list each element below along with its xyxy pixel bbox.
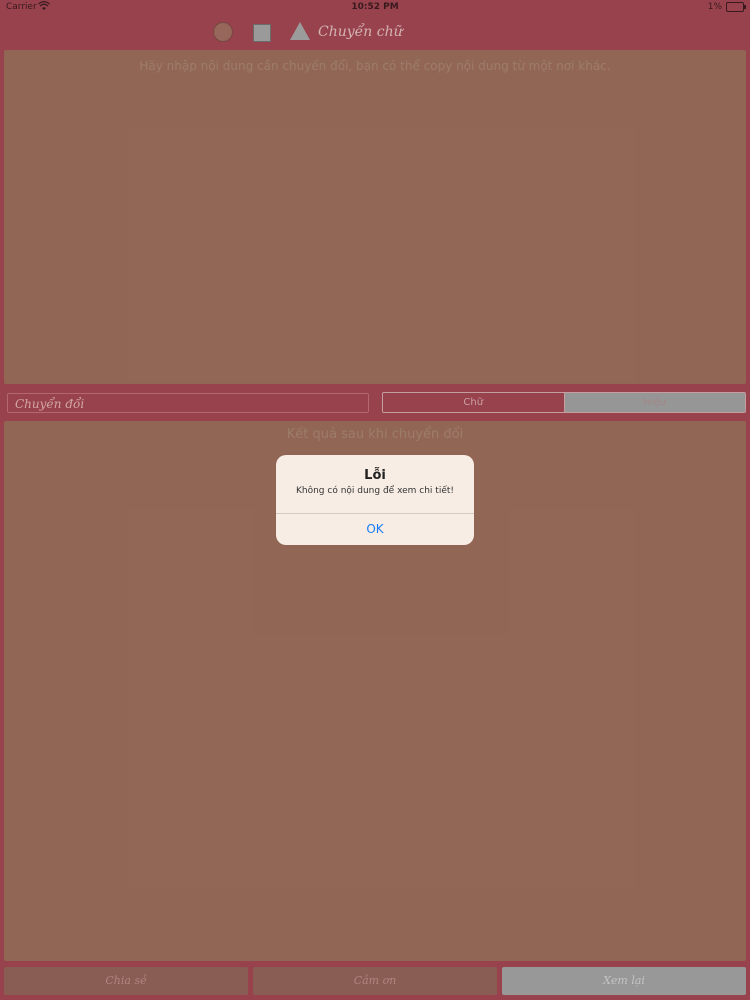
alert-ok-button[interactable]: OK <box>276 513 474 545</box>
alert-message: Không có nội dung để xem chi tiết! <box>295 486 454 496</box>
error-alert: Lỗi Không có nội dung để xem chi tiết! O… <box>276 455 474 545</box>
alert-title: Lỗi <box>364 468 386 483</box>
